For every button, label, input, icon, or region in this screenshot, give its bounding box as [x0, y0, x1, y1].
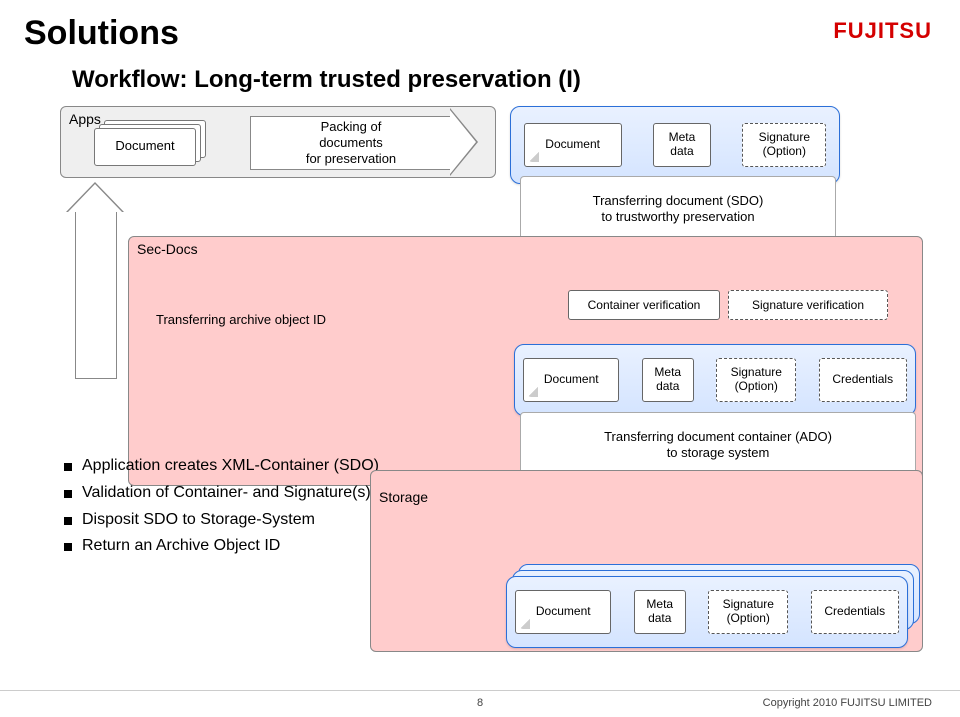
- document-stack-icon: Document: [94, 120, 204, 162]
- list-item: Return an Archive Object ID: [64, 536, 384, 557]
- page-number: 8: [477, 697, 483, 709]
- transfer-sdo-label: Transferring document (SDO) to trustwort…: [520, 176, 836, 241]
- document-label: Document: [94, 128, 196, 166]
- document-chip: Document: [515, 590, 611, 634]
- credentials-chip: Credentials: [819, 358, 907, 402]
- metadata-chip: Meta data: [634, 590, 686, 634]
- storage-label: Storage: [379, 489, 428, 505]
- archive-id-label: Transferring archive object ID: [156, 312, 326, 327]
- signature-verification-chip: Signature verification: [728, 290, 888, 320]
- arrow-up-icon: [66, 182, 124, 212]
- metadata-chip: Meta data: [642, 358, 694, 402]
- packing-arrow: Packing of documents for preservation: [250, 108, 490, 174]
- footer: 8 Copyright 2010 FUJITSU LIMITED: [0, 697, 960, 709]
- document-chip: Document: [523, 358, 619, 402]
- list-item: Disposit SDO to Storage-System: [64, 510, 384, 531]
- arrow-right-icon: [450, 108, 478, 176]
- fujitsu-logo: FUJITSU: [833, 18, 932, 44]
- list-item: Validation of Container- and Signature(s…: [64, 483, 384, 504]
- ado-stack: Document Meta data Signature (Option) Cr…: [506, 564, 910, 640]
- logo-text: FUJITSU: [833, 18, 932, 44]
- document-chip: Document: [524, 123, 622, 167]
- copyright: Copyright 2010 FUJITSU LIMITED: [763, 697, 932, 709]
- transfer-ado-label: Transferring document container (ADO) to…: [520, 412, 916, 477]
- subtitle: Workflow: Long-term trusted preservation…: [72, 66, 581, 94]
- archive-id-arrow: [66, 182, 124, 378]
- list-item: Application creates XML-Container (SDO): [64, 456, 384, 477]
- signature-chip: Signature (Option): [708, 590, 788, 634]
- signature-chip: Signature (Option): [716, 358, 796, 402]
- footer-rule: [0, 690, 960, 691]
- sdo-container-top: Document Meta data Signature (Option): [510, 106, 840, 184]
- ado-container: Document Meta data Signature (Option) Cr…: [506, 576, 908, 648]
- packing-arrow-label: Packing of documents for preservation: [250, 116, 451, 170]
- bullet-list: Application creates XML-Container (SDO) …: [24, 456, 384, 563]
- container-verification-chip: Container verification: [568, 290, 720, 320]
- secdocs-label: Sec-Docs: [137, 241, 198, 257]
- metadata-chip: Meta data: [653, 123, 711, 167]
- sdo-container-mid: Document Meta data Signature (Option) Cr…: [514, 344, 916, 416]
- arrow-body: [75, 212, 117, 379]
- signature-chip: Signature (Option): [742, 123, 826, 167]
- credentials-chip: Credentials: [811, 590, 899, 634]
- page-title: Solutions: [24, 14, 179, 53]
